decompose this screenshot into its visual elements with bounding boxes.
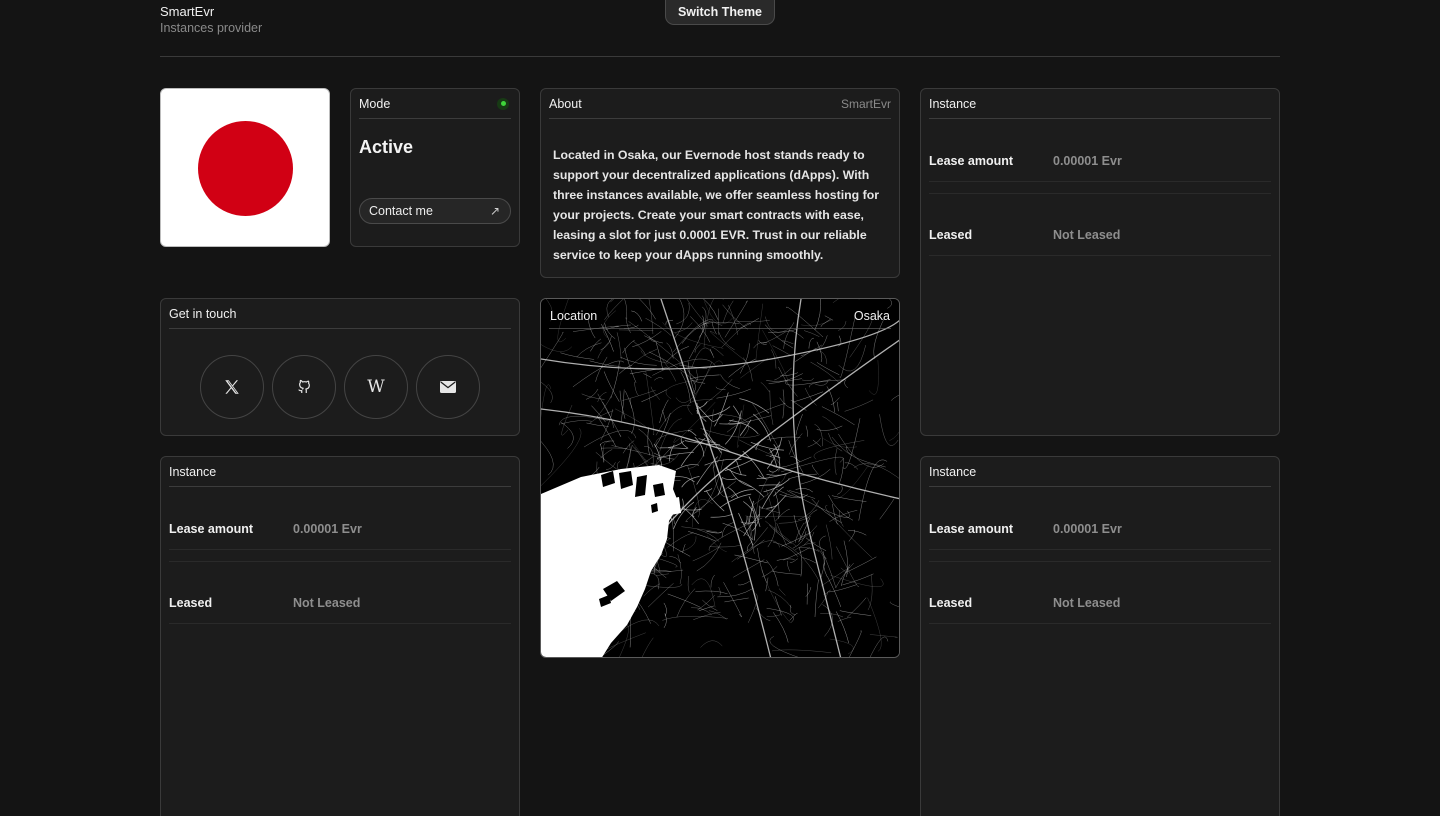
mode-card-title: Mode — [359, 96, 391, 111]
x-icon — [225, 380, 239, 394]
page: SmartEvr Instances provider Switch Theme… — [0, 0, 1440, 816]
github-icon — [298, 379, 310, 393]
leased-label: Leased — [169, 596, 213, 610]
row-divider — [929, 549, 1271, 550]
lease-amount-value: 0.00001 Evr — [293, 522, 362, 536]
leased-value: Not Leased — [293, 596, 361, 610]
about-description: Located in Osaka, our Evernode host stan… — [553, 148, 879, 262]
row-divider — [169, 561, 511, 562]
instance-card-header: Instance — [929, 89, 1271, 119]
social-links: W — [200, 355, 480, 419]
leased-value: Not Leased — [1053, 228, 1121, 242]
lease-amount-label: Lease amount — [929, 522, 1014, 536]
country-flag — [160, 88, 330, 247]
status-dot-icon — [497, 97, 509, 110]
brand-title: SmartEvr — [160, 4, 215, 19]
instance-card-title: Instance — [169, 464, 217, 479]
about-card-header: About SmartEvr — [549, 89, 891, 119]
location-city: Osaka — [853, 309, 890, 323]
arrow-up-right-icon: ↗ — [489, 204, 500, 218]
leased-label: Leased — [929, 228, 973, 242]
wikipedia-link-button[interactable]: W — [344, 355, 408, 419]
lease-amount-value: 0.00001 Evr — [1053, 154, 1122, 168]
row-divider — [929, 255, 1271, 256]
lease-amount-row: Lease amount 0.00001 Evr — [169, 519, 511, 539]
leased-label: Leased — [929, 596, 973, 610]
get-in-touch-header: Get in touch — [169, 299, 511, 329]
mode-card: Mode Active Contact me ↗ — [350, 88, 520, 247]
contact-me-label: Contact me — [369, 204, 433, 218]
row-divider — [169, 623, 511, 624]
instance-card-1: Instance Lease amount 0.00001 Evr Leased… — [920, 88, 1280, 436]
instance-card-2: Instance Lease amount 0.00001 Evr Leased… — [160, 456, 520, 816]
row-divider — [169, 549, 511, 550]
email-link-button[interactable] — [416, 355, 480, 419]
about-card: About SmartEvr Located in Osaka, our Eve… — [540, 88, 900, 278]
lease-amount-row: Lease amount 0.00001 Evr — [929, 151, 1271, 171]
brand: SmartEvr Instances provider — [160, 4, 262, 36]
lease-amount-row: Lease amount 0.00001 Evr — [929, 519, 1271, 539]
mode-value: Active — [359, 137, 414, 157]
get-in-touch-card: Get in touch W — [160, 298, 520, 436]
leased-row: Leased Not Leased — [169, 593, 511, 613]
osaka-street-map — [541, 299, 899, 657]
row-divider — [929, 181, 1271, 182]
lease-amount-value: 0.00001 Evr — [1053, 522, 1122, 536]
switch-theme-button[interactable]: Switch Theme — [665, 0, 775, 25]
brand-subtitle: Instances provider — [160, 21, 263, 35]
instance-card-header: Instance — [929, 457, 1271, 487]
location-header-divider — [549, 328, 891, 329]
instance-card-title: Instance — [929, 464, 977, 479]
row-divider — [929, 193, 1271, 194]
mail-icon — [440, 381, 456, 393]
wikipedia-icon: W — [367, 377, 385, 397]
location-title: Location — [550, 309, 598, 323]
mode-card-header: Mode — [359, 89, 511, 119]
about-card-meta: SmartEvr — [840, 96, 891, 111]
about-card-title: About — [549, 96, 582, 111]
get-in-touch-title: Get in touch — [169, 306, 237, 321]
leased-row: Leased Not Leased — [929, 225, 1271, 245]
leased-row: Leased Not Leased — [929, 593, 1271, 613]
leased-value: Not Leased — [1053, 596, 1121, 610]
contact-me-button[interactable]: Contact me ↗ — [359, 198, 511, 224]
flag-sun-disc — [198, 121, 293, 216]
row-divider — [929, 561, 1271, 562]
instance-card-3: Instance Lease amount 0.00001 Evr Leased… — [920, 456, 1280, 816]
x-link-button[interactable] — [200, 355, 264, 419]
lease-amount-label: Lease amount — [929, 154, 1014, 168]
location-map-card[interactable]: Location Osaka — [540, 298, 900, 658]
github-link-button[interactable] — [272, 355, 336, 419]
instance-card-title: Instance — [929, 96, 977, 111]
lease-amount-label: Lease amount — [169, 522, 254, 536]
row-divider — [929, 623, 1271, 624]
instance-card-header: Instance — [169, 457, 511, 487]
header-divider — [160, 56, 1280, 57]
